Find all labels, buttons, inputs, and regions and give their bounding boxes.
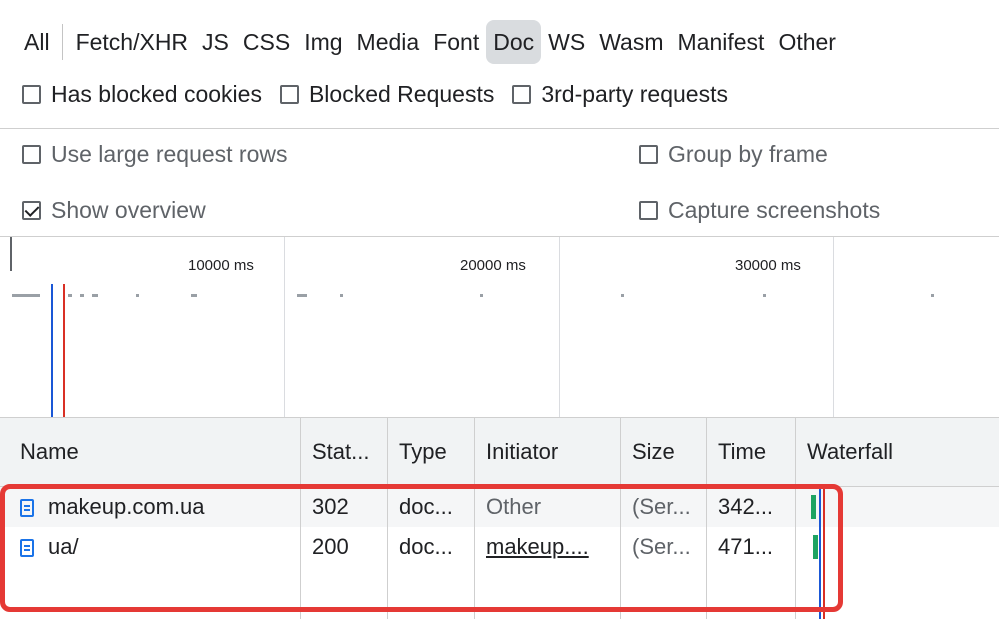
table-header-row: Name Stat... Type Initiator Size Time Wa… [0, 418, 999, 487]
large-rows-label: Use large request rows [51, 140, 288, 167]
overview-activity-mark [621, 294, 624, 297]
group-by-frame-setting: Group by frame [639, 131, 846, 177]
load-event-line [63, 284, 65, 417]
network-settings-panel: Use large request rows Group by frame Sh… [0, 129, 999, 237]
overview-activity-mark [92, 294, 98, 297]
column-header-size[interactable]: Size [620, 418, 707, 486]
filter-css[interactable]: CSS [236, 20, 297, 64]
filter-img[interactable]: Img [297, 20, 349, 64]
overview-activity-mark [136, 294, 139, 297]
large-rows-setting: Use large request rows [22, 131, 306, 177]
column-header-time[interactable]: Time [706, 418, 796, 486]
blocked-requests-label: Blocked Requests [308, 80, 495, 107]
filter-fetch-xhr[interactable]: Fetch/XHR [69, 20, 195, 64]
column-header-status[interactable]: Stat... [300, 418, 388, 486]
column-header-initiator[interactable]: Initiator [474, 418, 621, 486]
capture-screenshots-setting: Capture screenshots [639, 187, 898, 233]
overview-activity-mark [763, 294, 766, 297]
overview-activity-mark [297, 294, 307, 297]
overview-tick-label: 10000 ms [188, 257, 254, 274]
overview-activity-mark [340, 294, 343, 297]
filter-js[interactable]: JS [195, 20, 236, 64]
filter-wasm[interactable]: Wasm [592, 20, 670, 64]
overview-tick-label: 30000 ms [735, 257, 801, 274]
blocked-requests-checkbox[interactable] [279, 84, 299, 104]
filter-separator [61, 24, 63, 60]
has-blocked-cookies-label: Has blocked cookies [51, 80, 262, 107]
column-header-waterfall[interactable]: Waterfall [795, 418, 999, 486]
dom-content-loaded-line [51, 284, 53, 417]
column-header-type[interactable]: Type [387, 418, 475, 486]
filter-manifest[interactable]: Manifest [671, 20, 772, 64]
has-blocked-cookies-checkbox[interactable] [22, 84, 41, 104]
column-header-name[interactable]: Name [20, 418, 302, 486]
resource-type-filters: All Fetch/XHR JS CSS Img Media Font Doc … [0, 18, 843, 66]
overview-tick-label: 20000 ms [460, 257, 526, 274]
filter-font[interactable]: Font [426, 20, 486, 64]
overview-gridline [559, 237, 560, 417]
overview-gridline [833, 237, 834, 417]
filter-media[interactable]: Media [350, 20, 427, 64]
third-party-requests-label: 3rd-party requests [541, 80, 728, 107]
overview-activity-mark [12, 294, 40, 297]
large-rows-checkbox[interactable] [22, 144, 41, 164]
show-overview-label: Show overview [51, 196, 206, 223]
filter-bar: All Fetch/XHR JS CSS Img Media Font Doc … [0, 0, 999, 129]
overview-activity-mark [191, 294, 197, 297]
overview-activity-mark [480, 294, 483, 297]
group-by-frame-label: Group by frame [668, 140, 828, 167]
timeline-overview[interactable]: 10000 ms 20000 ms 30000 ms [0, 237, 999, 418]
overview-activity-mark [80, 294, 84, 297]
request-filter-checkboxes: Has blocked cookies Blocked Requests 3rd… [22, 74, 746, 114]
filter-doc[interactable]: Doc [486, 20, 542, 64]
show-overview-checkbox[interactable] [22, 200, 41, 220]
group-by-frame-checkbox[interactable] [639, 144, 658, 164]
filter-all[interactable]: All [0, 20, 62, 64]
overview-activity-mark [931, 294, 934, 297]
filter-other[interactable]: Other [771, 20, 843, 64]
third-party-requests-checkbox[interactable] [512, 84, 532, 104]
capture-screenshots-label: Capture screenshots [668, 196, 881, 223]
overview-gridline [284, 237, 285, 417]
show-overview-setting: Show overview [22, 187, 224, 233]
overview-activity-mark [68, 294, 72, 297]
overview-start-marker [10, 237, 12, 271]
annotation-highlight-box [0, 484, 843, 612]
capture-screenshots-checkbox[interactable] [639, 200, 658, 220]
filter-ws[interactable]: WS [541, 20, 592, 64]
